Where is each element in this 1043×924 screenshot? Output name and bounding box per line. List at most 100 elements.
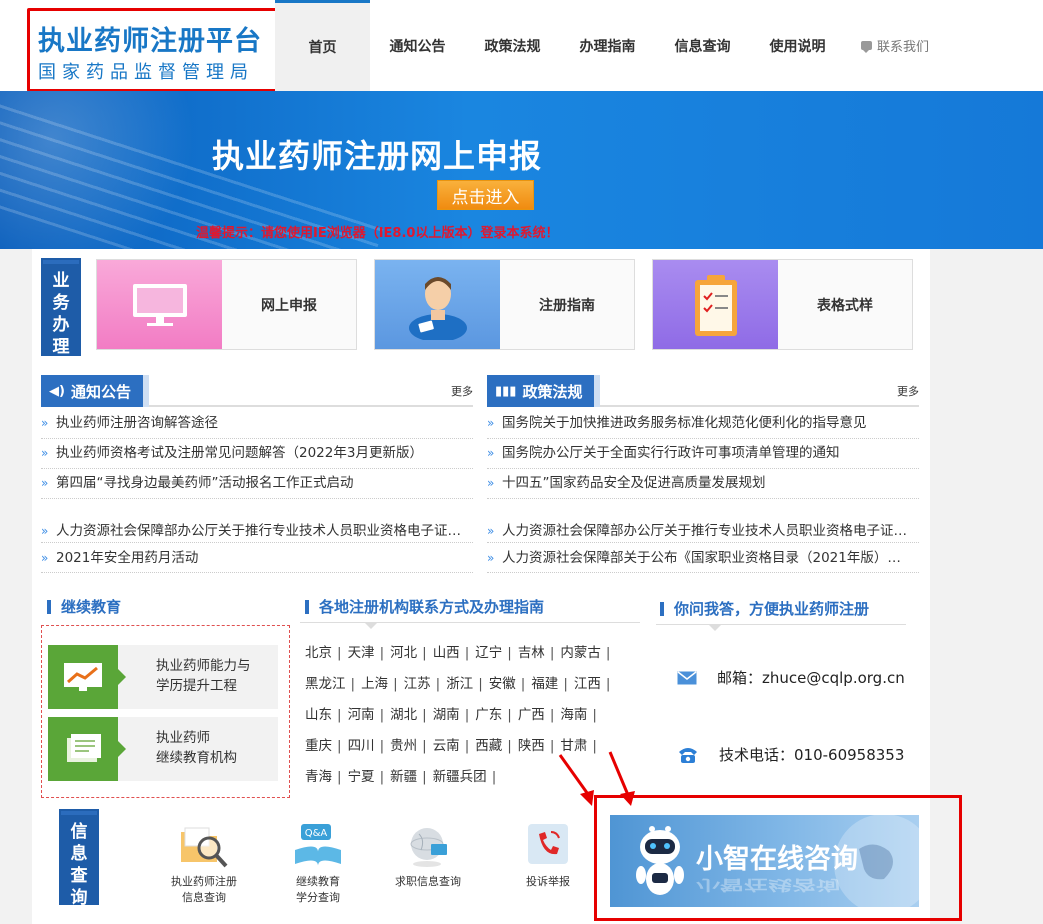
credit-query-link[interactable]: Q&A 继续教育 学分查询 <box>268 820 368 906</box>
email-row: 邮箱：zhuce@cqlp.org.cn <box>677 667 905 688</box>
region-link[interactable]: 江苏 <box>404 672 447 692</box>
info-query-label: 信息查询 <box>59 809 99 908</box>
policy-title: 政策法规 <box>522 382 583 401</box>
region-link[interactable]: 新疆 <box>390 765 433 785</box>
region-link[interactable]: 陕西 <box>518 734 561 754</box>
region-link[interactable]: 河南 <box>348 703 391 723</box>
nav-instructions[interactable]: 使用说明 <box>750 0 845 91</box>
education-item-line2: 继续教育机构 <box>156 750 237 766</box>
region-link[interactable]: 山西 <box>433 641 476 661</box>
region-link[interactable]: 湖南 <box>433 703 476 723</box>
region-row: 重庆 四川 贵州 云南 西藏 陕西 甘肃 <box>305 728 635 759</box>
notice-tab[interactable]: ◀) 通知公告 <box>41 375 149 407</box>
form-samples-card[interactable]: 表格式样 <box>652 259 913 350</box>
policy-item[interactable]: 人力资源社会保障部关于公布《国家职业资格目录（2021年版）… <box>487 543 919 573</box>
notice-item[interactable]: 第四届“寻找身边最美药师”活动报名工作正式启动 <box>41 469 473 499</box>
notice-item[interactable]: 2021年安全用药月活动 <box>41 543 473 573</box>
region-link[interactable]: 重庆 <box>305 734 348 754</box>
education-title: 继续教育 <box>61 598 122 616</box>
education-item-line1: 执业药师能力与 <box>156 658 251 674</box>
policy-item[interactable]: 国务院关于加快推进政务服务标准化规范化便利化的指导意见 <box>487 409 919 439</box>
magnifier-folder-icon <box>177 820 231 870</box>
job-query-link[interactable]: 求职信息查询 <box>378 820 478 890</box>
nav-guide[interactable]: 办理指南 <box>560 0 655 91</box>
growth-chart-icon <box>48 645 126 709</box>
logo-title: 执业药师注册平台 <box>38 26 262 57</box>
region-link[interactable]: 上海 <box>361 672 404 692</box>
region-link[interactable]: 辽宁 <box>475 641 518 661</box>
region-row: 山东 河南 湖北 湖南 广东 广西 海南 <box>305 697 635 728</box>
complaint-link[interactable]: 投诉举报 <box>498 820 598 890</box>
notice-item[interactable]: 执业药师注册咨询解答途径 <box>41 409 473 439</box>
notice-title: 通知公告 <box>70 382 131 401</box>
email-text[interactable]: 邮箱：zhuce@cqlp.org.cn <box>717 667 905 688</box>
region-link[interactable]: 山东 <box>305 703 348 723</box>
policy-more-link[interactable]: 更多 <box>897 383 919 399</box>
region-link[interactable]: 青海 <box>305 765 348 785</box>
region-link[interactable]: 安徽 <box>489 672 532 692</box>
region-link[interactable]: 黑龙江 <box>305 672 361 692</box>
browser-tip: 温馨提示：请您使用IE浏览器（IE8.0以上版本）登录本系统！ <box>196 226 559 241</box>
qa-notch <box>708 624 722 631</box>
qa-divider <box>656 624 906 625</box>
notice-list: 执业药师注册咨询解答途径 执业药师资格考试及注册常见问题解答（2022年3月更新… <box>41 409 473 573</box>
region-link[interactable]: 福建 <box>531 672 574 692</box>
nav-notices[interactable]: 通知公告 <box>370 0 465 91</box>
education-item-line1: 执业药师 <box>156 730 210 746</box>
policy-item[interactable]: 国务院办公厅关于全面实行行政许可事项清单管理的通知 <box>487 439 919 469</box>
region-link[interactable]: 河北 <box>390 641 433 661</box>
policy-item-text: 人力资源社会保障部办公厅关于推行专业技术人员职业资格电子证书… <box>502 523 919 539</box>
consult-title: 小智在线咨询 <box>696 844 858 875</box>
region-link[interactable]: 宁夏 <box>348 765 391 785</box>
banner-title: 执业药师注册网上申报 <box>212 137 543 175</box>
online-consult-banner[interactable]: 小智在线咨询 小智在线咨询 <box>610 815 919 907</box>
region-link[interactable]: 浙江 <box>446 672 489 692</box>
books-icon: ▮▮▮ <box>495 383 517 399</box>
notice-item[interactable]: 人力资源社会保障部办公厅关于推行专业技术人员职业资格电子证书… <box>41 499 473 543</box>
nav-info-query[interactable]: 信息查询 <box>655 0 750 91</box>
phone-row: 技术电话：010-60958353 <box>677 744 904 765</box>
region-link[interactable]: 贵州 <box>390 734 433 754</box>
education-item-ability[interactable]: 执业药师能力与 学历提升工程 <box>48 645 278 709</box>
region-link[interactable]: 四川 <box>348 734 391 754</box>
region-link[interactable]: 海南 <box>560 703 603 723</box>
notice-item[interactable]: 执业药师资格考试及注册常见问题解答（2022年3月更新版） <box>41 439 473 469</box>
robot-icon <box>636 826 684 895</box>
region-link[interactable]: 内蒙古 <box>560 641 616 661</box>
region-link[interactable]: 江西 <box>574 672 617 692</box>
site-logo[interactable]: 执业药师注册平台 国家药品监督管理局 <box>27 8 283 92</box>
policy-item[interactable]: 十四五”国家药品安全及促进高质量发展规划 <box>487 469 919 499</box>
region-link[interactable]: 北京 <box>305 641 348 661</box>
region-link[interactable]: 新疆兵团 <box>433 765 503 785</box>
region-link[interactable]: 吉林 <box>518 641 561 661</box>
policy-item[interactable]: 人力资源社会保障部办公厅关于推行专业技术人员职业资格电子证书… <box>487 499 919 543</box>
pharmacist-query-link[interactable]: 执业药师注册 信息查询 <box>154 820 254 906</box>
notice-more-link[interactable]: 更多 <box>451 383 473 399</box>
region-link[interactable]: 广东 <box>475 703 518 723</box>
qa-title: 你问我答，方便执业药师注册 <box>674 600 870 618</box>
region-link[interactable]: 天津 <box>348 641 391 661</box>
enter-button[interactable]: 点击进入 <box>437 180 534 210</box>
region-link[interactable]: 广西 <box>518 703 561 723</box>
notice-header: ◀) 通知公告 更多 <box>41 375 473 407</box>
regions-divider <box>300 622 640 623</box>
notice-item-text: 人力资源社会保障部办公厅关于推行专业技术人员职业资格电子证书… <box>56 523 473 539</box>
phone-text: 技术电话：010-60958353 <box>719 746 905 764</box>
site-header: 执业药师注册平台 国家药品监督管理局 首页 通知公告 政策法规 办理指南 信息查… <box>0 0 1043 92</box>
monitor-icon <box>97 260 222 349</box>
main-nav: 首页 通知公告 政策法规 办理指南 信息查询 使用说明 联系我们 <box>275 0 945 91</box>
policy-tab[interactable]: ▮▮▮ 政策法规 <box>487 375 601 407</box>
nav-policies[interactable]: 政策法规 <box>465 0 560 91</box>
complaint-line1: 投诉举报 <box>526 875 570 888</box>
online-apply-card[interactable]: 网上申报 <box>96 259 357 350</box>
nav-home[interactable]: 首页 <box>275 0 370 91</box>
region-link[interactable]: 湖北 <box>390 703 433 723</box>
nav-contact[interactable]: 联系我们 <box>845 0 945 91</box>
region-link[interactable]: 甘肃 <box>560 734 603 754</box>
job-query-line1: 求职信息查询 <box>395 875 461 888</box>
education-item-institutions[interactable]: 执业药师 继续教育机构 <box>48 717 278 781</box>
registration-guide-card[interactable]: 注册指南 <box>374 259 635 350</box>
education-box: 执业药师能力与 学历提升工程 执业药师 继续教育机构 <box>41 625 290 798</box>
region-link[interactable]: 西藏 <box>475 734 518 754</box>
region-link[interactable]: 云南 <box>433 734 476 754</box>
